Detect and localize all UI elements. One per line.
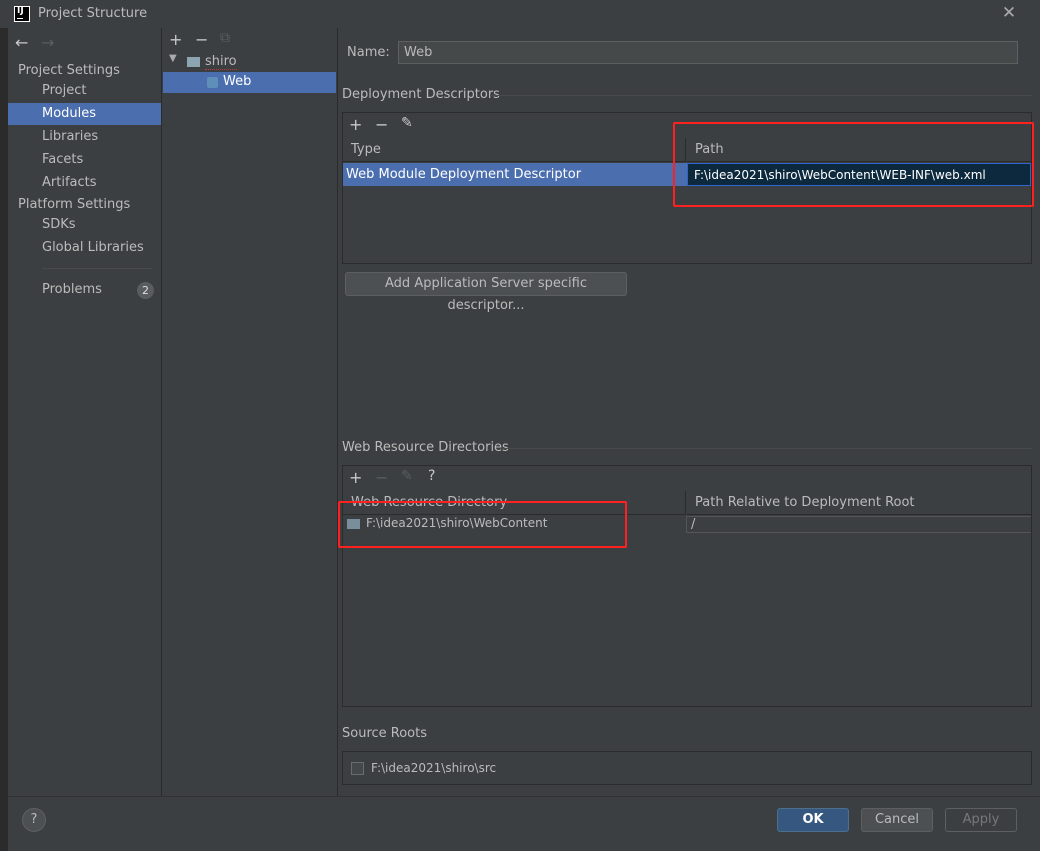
intellij-app-icon: IJ bbox=[14, 6, 30, 22]
copy-module-icon[interactable]: ⧉ bbox=[220, 30, 230, 46]
sidebar-item-libraries[interactable]: Libraries bbox=[8, 126, 161, 148]
sidebar-item-modules[interactable]: Modules bbox=[8, 103, 161, 125]
add-server-descriptor-button[interactable]: Add Application Server specific descript… bbox=[345, 272, 627, 313]
forward-arrow-icon[interactable]: → bbox=[41, 33, 54, 52]
sidebar-item-sdks[interactable]: SDKs bbox=[8, 214, 161, 236]
help-icon[interactable]: ? bbox=[428, 468, 435, 484]
help-button[interactable]: ? bbox=[22, 808, 46, 832]
cancel-button[interactable]: Cancel bbox=[861, 808, 933, 832]
sidebar-item-artifacts[interactable]: Artifacts bbox=[8, 172, 161, 194]
close-icon[interactable]: ✕ bbox=[1000, 4, 1018, 22]
source-roots-title: Source Roots bbox=[342, 726, 428, 741]
sidebar-separator bbox=[42, 268, 152, 269]
remove-resource-icon[interactable]: − bbox=[375, 468, 388, 487]
web-resource-directories-title: Web Resource Directories bbox=[342, 440, 509, 455]
add-resource-icon[interactable]: + bbox=[349, 468, 362, 487]
section-platform-settings: Platform Settings bbox=[18, 197, 131, 212]
name-input[interactable]: Web bbox=[398, 41, 1018, 64]
section-project-settings: Project Settings bbox=[18, 63, 120, 78]
sidebar-item-facets[interactable]: Facets bbox=[8, 149, 161, 171]
module-tree-panel bbox=[162, 28, 337, 796]
back-arrow-icon[interactable]: ← bbox=[15, 33, 28, 52]
web-facet-icon bbox=[207, 77, 218, 88]
tree-node-shiro[interactable]: shiro bbox=[205, 54, 237, 70]
tree-node-web[interactable]: Web bbox=[223, 74, 251, 89]
add-descriptor-icon[interactable]: + bbox=[349, 115, 362, 134]
source-root-checkbox[interactable] bbox=[351, 762, 364, 775]
remove-module-icon[interactable]: − bbox=[195, 30, 208, 49]
name-label: Name: bbox=[347, 45, 390, 60]
resource-row-relative-path[interactable]: / bbox=[686, 516, 1031, 533]
ok-button[interactable]: OK bbox=[777, 808, 849, 832]
problems-count-badge: 2 bbox=[137, 282, 154, 299]
title-bar bbox=[0, 0, 1040, 28]
sidebar-item-global-libraries[interactable]: Global Libraries bbox=[8, 237, 161, 259]
sidebar-item-project[interactable]: Project bbox=[8, 80, 161, 102]
deployment-descriptors-title: Deployment Descriptors bbox=[342, 87, 500, 102]
edit-descriptor-icon[interactable]: ✎ bbox=[401, 115, 413, 131]
background-window bbox=[0, 28, 8, 851]
source-root-path: F:\idea2021\shiro\src bbox=[371, 761, 497, 775]
group-separator bbox=[500, 448, 1032, 449]
group-separator bbox=[490, 95, 1032, 96]
add-module-icon[interactable]: + bbox=[169, 30, 182, 49]
chevron-down-icon[interactable]: ▼ bbox=[169, 53, 177, 64]
red-annotation-box bbox=[673, 122, 1034, 207]
remove-descriptor-icon[interactable]: − bbox=[375, 115, 388, 134]
edit-resource-icon[interactable]: ✎ bbox=[401, 468, 413, 484]
column-header-relative-path[interactable]: Path Relative to Deployment Root bbox=[687, 491, 1031, 515]
descriptor-row-type[interactable]: Web Module Deployment Descriptor bbox=[343, 163, 687, 186]
module-folder-icon bbox=[187, 57, 200, 67]
apply-button[interactable]: Apply bbox=[945, 808, 1017, 832]
column-header-type[interactable]: Type bbox=[343, 138, 686, 162]
window-title: Project Structure bbox=[38, 6, 148, 21]
red-annotation-box bbox=[338, 501, 627, 548]
